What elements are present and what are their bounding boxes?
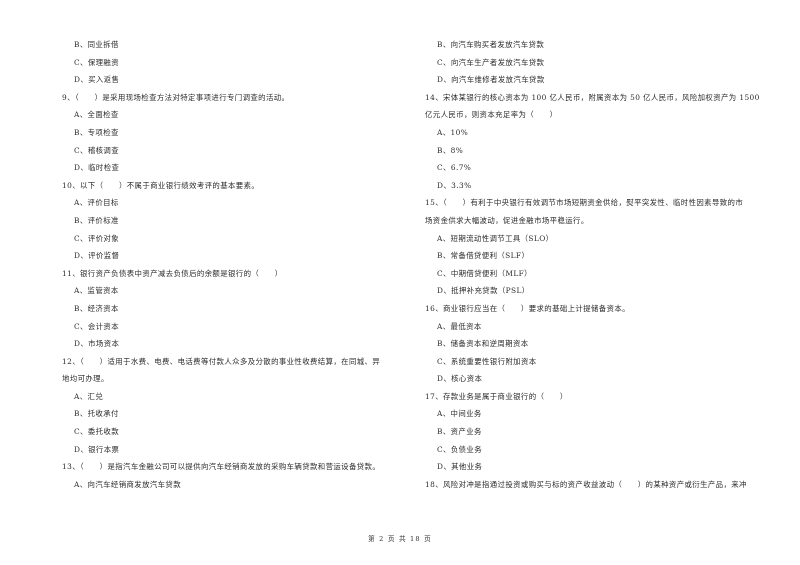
answer-option: B、资产业务 [437,427,482,437]
answer-option: D、抵押补充贷款（PSL） [437,286,530,296]
answer-option: D、评价监督 [74,251,120,261]
answer-option: A、评价目标 [74,198,119,208]
question-stem: 10、以下（ ）不属于商业银行绩效考评的基本要素。 [62,180,260,190]
answer-option: C、负债业务 [437,444,483,454]
answer-option: A、最低资本 [437,321,482,331]
answer-option: C、会计资本 [74,321,120,331]
answer-option: D、核心资本 [437,374,483,384]
question-stem: 14、宋体某银行的核心资本为 100 亿人民币，附属资本为 50 亿人民币，风险… [425,92,760,102]
question-stem: 9、（ ）是采用现场检查方法对特定事项进行专门调查的活动。 [62,92,290,102]
question-continuation: 亿元人民币，则资本充足率为（ ） [425,110,558,120]
answer-option: C、保理融资 [74,57,120,67]
question-stem: 16、商业银行应当在（ ）要求的基础上计提储备资本。 [425,303,630,313]
answer-option: C、评价对象 [74,233,120,243]
answer-option: D、向汽车维修者发放汽车贷款 [437,75,545,85]
answer-option: A、中间业务 [437,409,482,419]
answer-option: D、银行本票 [74,444,120,454]
answer-option: C、委托收款 [74,427,120,437]
answer-option: B、8% [437,145,464,155]
answer-option: A、监管资本 [74,286,119,296]
answer-option: B、专项检查 [74,127,119,137]
answer-option: A、汇兑 [74,391,104,401]
answer-option: C、向汽车生产者发放汽车贷款 [437,57,545,67]
answer-option: B、托收承付 [74,409,119,419]
answer-option: A、10% [437,127,469,137]
question-stem: 17、存款业务是属于商业银行的（ ） [425,391,568,401]
question-stem: 18、风险对冲是指通过投资或购买与标的资产收益波动（ ）的某种资产或衍生产品，来… [425,479,747,489]
answer-option: A、全面检查 [74,110,119,120]
answer-option: B、评价标准 [74,215,119,225]
answer-option: B、向汽车购买者发放汽车贷款 [437,40,545,49]
answer-option: D、其他业务 [437,462,483,472]
answer-option: C、稽核调查 [74,145,120,155]
answer-option: D、买入返售 [74,75,120,85]
right-column: B、向汽车购买者发放汽车贷款 C、向汽车生产者发放汽车贷款 D、向汽车维修者发放汽车… [425,41,770,498]
document-page: B、同业拆借 C、保理融资 D、买入返售 9、（ ）是采用现场检查方法对特定事项进行专… [0,0,800,565]
answer-option: B、常备借贷便利（SLF） [437,251,530,261]
page-footer: 第 2 页 共 18 页 [368,535,432,543]
answer-option: C、中期借贷便利（MLF） [437,268,532,278]
answer-option: C、系统重要性银行附加资本 [437,356,537,366]
question-stem: 12、（ ）适用于水费、电费、电话费等付款人众多及分散的事业性收费结算，在同城、… [62,356,381,366]
answer-option: B、经济资本 [74,303,119,313]
answer-option: D、3.3% [437,180,472,190]
answer-option: A、短期流动性调节工具（SLO） [437,233,554,243]
answer-option: D、市场资本 [74,339,120,349]
answer-option: B、储备资本和逆周期资本 [437,339,529,349]
answer-option: D、临时检查 [74,163,120,173]
question-stem: 15、（ ）有利于中央银行有效调节市场短期资金供给，熨平突发性、临时性因素导致的… [425,198,744,208]
answer-option: A、向汽车经销商发放汽车贷款 [74,479,182,489]
answer-option: B、同业拆借 [74,40,119,49]
question-stem: 13、（ ）是指汽车金融公司可以提供向汽车经销商发放的采购车辆贷款和营运设备贷款… [62,462,381,472]
question-continuation: 地均可办理。 [62,374,109,384]
question-stem: 11、银行资产负债表中资产减去负债后的余额是银行的（ ） [62,268,283,278]
question-continuation: 场资金供求大幅波动，促进金融市场平稳运行。 [425,215,589,225]
answer-option: C、6.7% [437,163,472,173]
left-column: B、同业拆借 C、保理融资 D、买入返售 9、（ ）是采用现场检查方法对特定事项进行专… [62,41,402,498]
